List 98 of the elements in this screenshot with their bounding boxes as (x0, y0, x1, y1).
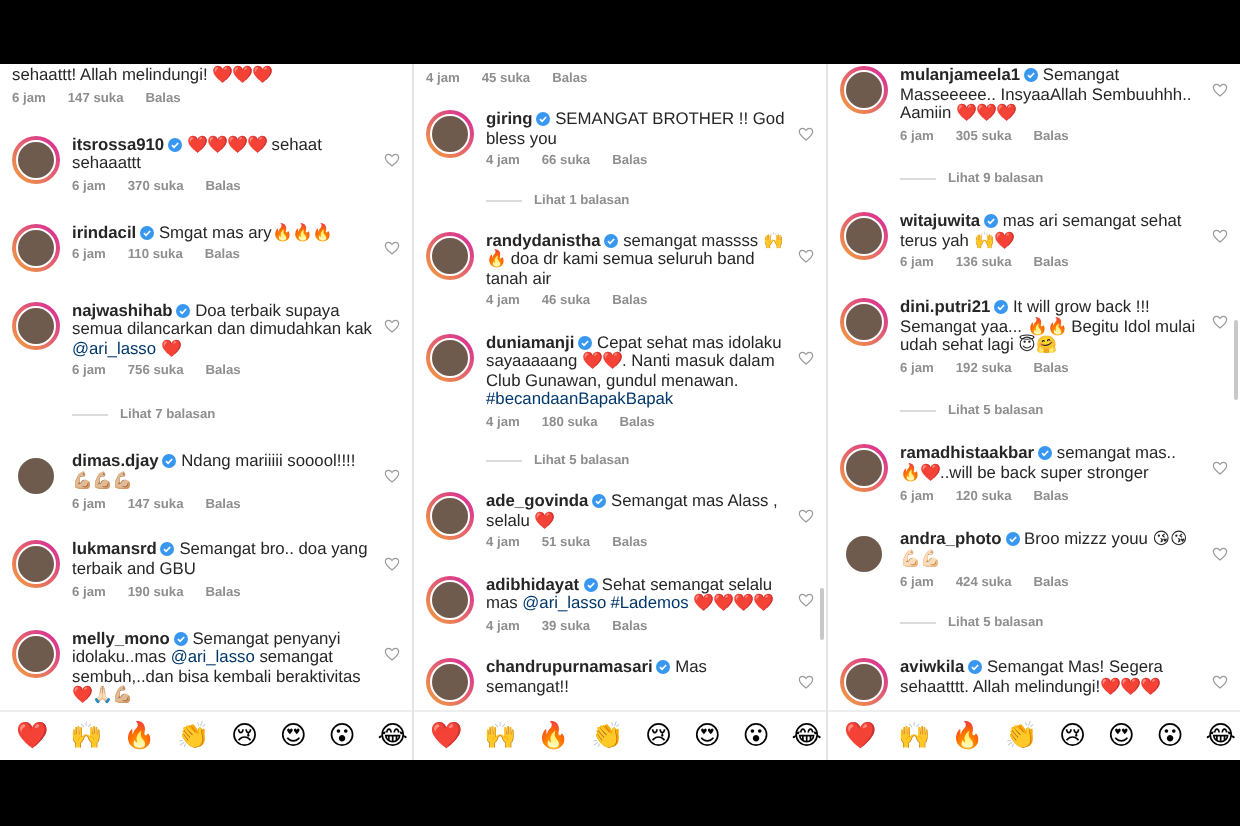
emoji-reaction-button[interactable]: 😂 (1205, 720, 1236, 752)
like-icon[interactable] (384, 556, 400, 573)
avatar[interactable] (840, 212, 888, 261)
username-link[interactable]: dini.putri21 (900, 296, 991, 317)
emoji-reaction-button[interactable]: 😮 (328, 720, 356, 752)
comment-text: lukmansrd Semangat bro.. doa yang terbaik and GBU (72, 540, 370, 580)
avatar[interactable] (12, 540, 60, 589)
avatar[interactable] (426, 575, 474, 624)
username-link[interactable]: aviwkila (900, 656, 965, 676)
username-link[interactable]: ade_govinda (486, 490, 589, 511)
username-link[interactable]: irindacil (72, 221, 137, 242)
username-link[interactable]: melly_mono (72, 627, 170, 648)
avatar[interactable] (12, 223, 60, 272)
emoji-reaction-button[interactable]: 😢 (1058, 720, 1086, 752)
like-icon[interactable] (384, 317, 400, 334)
avatar[interactable] (426, 492, 474, 541)
reply-line (900, 177, 936, 180)
username-link[interactable]: giring (486, 108, 533, 129)
username-link[interactable]: dimas.djay (72, 450, 159, 471)
like-icon[interactable] (1212, 314, 1228, 331)
comment-text: melly_mono Semangat penyanyi idolaku..mas @ari_lasso semangat sembuh,..dan bisa kembali beraktivitas ❤🙏🏻💪🏼 (72, 629, 363, 706)
avatar[interactable] (840, 658, 888, 706)
comment-text: dimas.djay Ndang mariiiii sooool!!!! 💪🏼💪🏼💪🏼 (72, 452, 358, 492)
scrollbar-thumb[interactable] (1234, 320, 1238, 400)
reply-line (900, 409, 936, 412)
avatar[interactable] (426, 231, 474, 280)
avatar[interactable] (12, 301, 60, 350)
emoji-reaction-button[interactable]: 😍 (1107, 720, 1135, 752)
like-icon[interactable] (384, 645, 400, 662)
like-icon[interactable] (1212, 460, 1228, 477)
like-icon[interactable] (1212, 546, 1228, 563)
mention-link[interactable]: #Lademos (610, 592, 689, 613)
username-link[interactable]: andra_photo (900, 528, 1002, 549)
avatar[interactable] (426, 657, 474, 706)
comment-text: witajuwita mas ari semangat sehat terus yah 🙌❤ (900, 212, 1184, 251)
comment-text: dini.putri21 It will grow back !!! Semangat yaa... 🔥🔥 Begitu Idol mulai udah sehat lagi 😇🤗 (900, 298, 1198, 356)
comment-text: chandrupurnamasari Mas semangat!! (486, 657, 709, 697)
username-link[interactable]: ramadhistaakbar (900, 442, 1035, 463)
like-icon[interactable] (384, 239, 400, 256)
like-icon[interactable] (384, 468, 400, 485)
reply-line (486, 199, 522, 201)
like-icon[interactable] (798, 508, 814, 525)
reply-line (486, 460, 522, 463)
comment-text: najwashihab Doa terbaik supaya semua dilancarkan dan dimudahkan kak @ari_lasso ❤ (72, 301, 372, 359)
username-link[interactable]: itsrossa910 (72, 133, 165, 154)
avatar[interactable] (12, 629, 60, 678)
emoji-reaction-button[interactable]: 😮 (742, 720, 770, 752)
username-link[interactable]: lukmansrd (72, 538, 157, 559)
comment-text: itsrossa910 ❤❤❤❤ sehaat sehaaattt (72, 135, 324, 174)
mention-link[interactable]: @ari_lasso (72, 337, 157, 358)
comment-text: giring SEMANGAT BROTHER !! God bless you (486, 110, 786, 149)
emoji-reaction-button[interactable]: 😮 (1156, 720, 1184, 752)
comment-text: andra_photo Broo mizzz youu 😘😘 💪🏻💪🏻 (900, 530, 1190, 570)
username-link[interactable]: randydanistha (486, 229, 601, 250)
emoji-reaction-button[interactable]: ❤ (844, 720, 876, 752)
emoji-reaction-button[interactable]: 😢 (644, 720, 672, 752)
emoji-reaction-button[interactable]: 😍 (693, 720, 721, 752)
reply-line (900, 622, 936, 625)
like-icon[interactable] (798, 349, 814, 366)
comment-text: randydanistha semangat massss 🙌🔥 doa dr kami semua seluruh band tanah air (486, 231, 785, 289)
like-icon[interactable] (798, 126, 814, 143)
avatar[interactable] (426, 333, 474, 382)
avatar[interactable] (840, 298, 888, 347)
like-icon[interactable] (1212, 228, 1228, 245)
reply-line (72, 414, 108, 417)
emoji-reaction-button[interactable]: 😢 (230, 720, 258, 752)
comment-text: ramadhistaakbar semangat mas.. 🔥❤..will be back super stronger (900, 444, 1178, 484)
comment-text: mulanjameela1 Semangat Masseeeee.. InsyaaAllah Sembuuhhh.. Aamiin ❤❤❤ (900, 66, 1194, 124)
comment-text: adibhidayat Sehat semangat selalu mas @ari_lasso #Lademos ❤❤❤❤ (486, 575, 776, 614)
emoji-reaction-button[interactable]: 😂 (791, 720, 822, 752)
comment-text: irindacil Smgat mas ary🔥🔥🔥 (72, 223, 334, 243)
comment-text: ade_govinda Semangat mas Alass , selalu ❤ (486, 492, 780, 531)
username-link[interactable]: najwashihab (72, 299, 173, 320)
like-icon[interactable] (1212, 82, 1228, 98)
like-icon[interactable] (798, 591, 814, 608)
comment-text: sehaattt! Allah melindungi! ❤❤❤ (12, 66, 275, 86)
mention-link[interactable]: @ari_lasso (522, 592, 607, 613)
emoji-reaction-button[interactable]: 😍 (279, 720, 307, 752)
emoji-reaction-button[interactable]: ❤ (16, 720, 48, 752)
username-link[interactable]: chandrupurnamasari (486, 655, 653, 676)
avatar[interactable] (426, 110, 474, 159)
mention-link[interactable]: #becandaanBapakBapak (486, 388, 674, 409)
like-icon[interactable] (798, 673, 814, 690)
like-icon[interactable] (798, 247, 814, 264)
emoji-reaction-button[interactable]: ❤ (430, 720, 462, 752)
avatar[interactable] (12, 135, 60, 184)
username-link[interactable]: witajuwita (900, 210, 981, 231)
comment-text: duniamanji Cepat sehat mas idolaku sayaaaaang ❤❤. Nanti masuk dalam Club Gunawan, gundul menawan. #becandaanBapakBapak (486, 333, 784, 410)
comment-text: aviwkila Semangat Mas! Segera sehaatttt. Allah melindungi!❤❤❤ (900, 658, 1165, 697)
username-link[interactable]: adibhidayat (486, 573, 580, 594)
username-link[interactable]: mulanjameela1 (900, 64, 1021, 84)
like-icon[interactable] (384, 151, 400, 168)
emoji-reaction-button[interactable]: 😂 (377, 720, 408, 752)
mention-link[interactable]: @ari_lasso (170, 646, 255, 667)
like-icon[interactable] (1212, 674, 1228, 690)
username-link[interactable]: duniamanji (486, 331, 575, 352)
avatar[interactable] (840, 444, 888, 493)
avatar[interactable] (840, 66, 888, 114)
